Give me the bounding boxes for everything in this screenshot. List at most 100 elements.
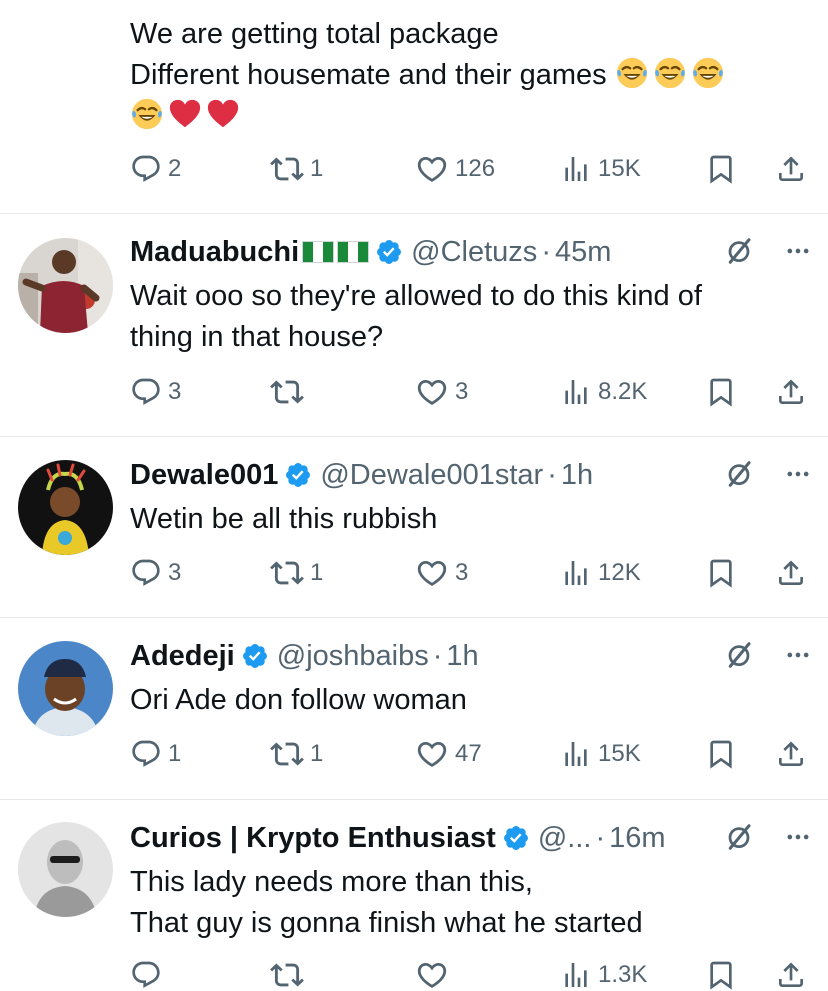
bookmark-icon xyxy=(705,738,737,770)
like-count: 3 xyxy=(455,559,469,586)
avatar[interactable] xyxy=(18,460,113,555)
tweet-item[interactable]: Dewale001 @Dewale001star · 1h Wetin be a… xyxy=(0,437,828,618)
views-button[interactable]: 1.3K xyxy=(560,957,647,991)
separator-dot: · xyxy=(541,235,551,268)
grok-icon[interactable] xyxy=(724,822,754,852)
views-count: 15K xyxy=(598,740,641,767)
more-icon[interactable] xyxy=(784,237,812,265)
retweet-button[interactable]: 1 xyxy=(270,555,323,591)
share-icon xyxy=(775,738,807,770)
tweet-text-line: Wetin be all this rubbish xyxy=(130,503,438,535)
separator-dot: · xyxy=(595,821,606,854)
timestamp[interactable]: 45m xyxy=(555,236,611,269)
rolling-laughing-emoji xyxy=(691,56,725,90)
more-icon[interactable] xyxy=(784,460,812,488)
share-button[interactable] xyxy=(775,957,807,991)
timestamp[interactable]: 16m xyxy=(609,822,665,855)
views-button[interactable]: 15K xyxy=(560,151,641,187)
tweet-header: Adedeji @joshbaibs · 1h xyxy=(130,638,812,674)
user-handle[interactable]: @joshbaibs xyxy=(277,640,429,673)
share-button[interactable] xyxy=(775,555,807,591)
like-button[interactable]: 3 xyxy=(415,374,468,410)
red-heart-emoji xyxy=(168,97,202,131)
user-handle[interactable]: @Dewale001star xyxy=(320,459,543,492)
verified-badge-icon xyxy=(284,461,312,489)
retweet-icon xyxy=(270,958,304,991)
views-icon xyxy=(560,959,592,991)
more-icon[interactable] xyxy=(784,641,812,669)
views-button[interactable]: 8.2K xyxy=(560,374,647,410)
timestamp[interactable]: 1h xyxy=(561,459,593,492)
verified-badge-icon xyxy=(375,238,403,266)
display-name[interactable]: Curios | Krypto Enthusiast xyxy=(130,822,496,855)
tweet-item[interactable]: Curios | Krypto Enthusiast @... · 16m Th… xyxy=(0,800,828,991)
display-name[interactable]: Maduabuchi xyxy=(130,236,299,269)
retweet-button[interactable] xyxy=(270,957,310,991)
bookmark-button[interactable] xyxy=(705,151,737,187)
tweet-text: Ori Ade don follow woman xyxy=(130,680,808,721)
bookmark-button[interactable] xyxy=(705,555,737,591)
avatar[interactable] xyxy=(18,238,113,333)
rolling-laughing-emoji xyxy=(653,56,687,90)
like-button[interactable]: 3 xyxy=(415,555,468,591)
bookmark-icon xyxy=(705,376,737,408)
retweet-count: 1 xyxy=(310,559,324,586)
tweet-text-line: Wait ooo so they're allowed to do this k… xyxy=(130,280,702,312)
share-button[interactable] xyxy=(775,374,807,410)
bookmark-button[interactable] xyxy=(705,736,737,772)
share-button[interactable] xyxy=(775,151,807,187)
views-button[interactable]: 15K xyxy=(560,736,641,772)
like-button[interactable]: 126 xyxy=(415,151,495,187)
avatar[interactable] xyxy=(18,641,113,736)
retweet-button[interactable] xyxy=(270,374,310,410)
avatar[interactable] xyxy=(18,822,113,917)
display-name[interactable]: Adedeji xyxy=(130,640,235,673)
share-button[interactable] xyxy=(775,736,807,772)
verified-badge-icon xyxy=(502,824,530,852)
display-name[interactable]: Dewale001 xyxy=(130,459,278,492)
reply-count: 2 xyxy=(168,155,182,182)
tweet-item[interactable]: Maduabuchi @Cletuzs · 45m Wait ooo so th… xyxy=(0,214,828,437)
retweet-icon xyxy=(270,737,304,771)
tweet-text-line: Different housemate and their games xyxy=(130,59,607,91)
like-button[interactable] xyxy=(415,957,455,991)
tweet-text-line-with-emoji: Different housemate and their games xyxy=(130,55,808,96)
reply-button[interactable]: 3 xyxy=(130,555,181,591)
emoji-line xyxy=(130,96,808,137)
like-count: 126 xyxy=(455,155,496,182)
reply-button[interactable]: 2 xyxy=(130,151,181,187)
more-icon[interactable] xyxy=(784,823,812,851)
retweet-button[interactable]: 1 xyxy=(270,736,323,772)
tweet-text: We are getting total package Different h… xyxy=(130,14,808,137)
reply-button[interactable]: 3 xyxy=(130,374,181,410)
tweet-item[interactable]: Adedeji @joshbaibs · 1h Ori Ade don foll… xyxy=(0,618,828,800)
reply-button[interactable]: 1 xyxy=(130,736,181,772)
retweet-button[interactable]: 1 xyxy=(270,151,323,187)
tweet-actions: 1 1 47 15K xyxy=(130,736,810,772)
tweet-text-line: We are getting total package xyxy=(130,18,499,50)
bookmark-button[interactable] xyxy=(705,957,737,991)
separator-dot: · xyxy=(547,458,557,491)
like-icon xyxy=(415,737,449,771)
user-handle[interactable]: @... xyxy=(538,822,592,855)
reply-icon xyxy=(130,959,162,991)
reply-icon xyxy=(130,738,162,770)
tweet-text: This lady needs more than this, That guy… xyxy=(130,862,808,944)
reply-button[interactable] xyxy=(130,957,168,991)
verified-badge-icon xyxy=(241,642,269,670)
user-handle[interactable]: @Cletuzs xyxy=(411,236,537,269)
views-button[interactable]: 12K xyxy=(560,555,641,591)
tweet-text-line: That guy is gonna finish what he started xyxy=(130,907,643,939)
like-button[interactable]: 47 xyxy=(415,736,482,772)
retweet-icon xyxy=(270,152,304,186)
tweet-actions: 3 1 3 12K xyxy=(130,555,810,591)
reply-count: 3 xyxy=(168,378,182,405)
grok-icon[interactable] xyxy=(724,236,754,266)
timestamp[interactable]: 1h xyxy=(446,640,478,673)
grok-icon[interactable] xyxy=(724,640,754,670)
grok-icon[interactable] xyxy=(724,459,754,489)
rolling-laughing-emoji xyxy=(130,97,164,131)
share-icon xyxy=(775,153,807,185)
bookmark-button[interactable] xyxy=(705,374,737,410)
tweet-item[interactable]: We are getting total package Different h… xyxy=(0,0,828,214)
